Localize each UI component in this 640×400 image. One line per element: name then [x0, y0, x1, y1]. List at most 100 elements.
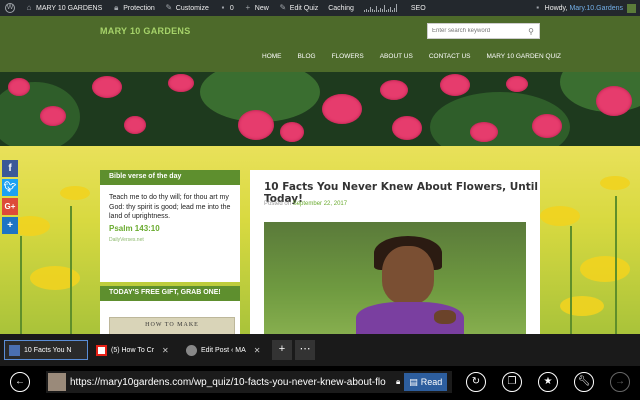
wordpress-favicon-icon — [186, 344, 197, 356]
admin-stats[interactable] — [359, 0, 406, 16]
bible-verse-widget: Bible verse of the day Teach me to do th… — [100, 170, 240, 282]
tab-overflow-button[interactable]: ⋯ — [295, 340, 315, 360]
tab-10-facts[interactable]: 10 Facts You N — [4, 340, 88, 360]
nav-flowers[interactable]: FLOWERS — [324, 53, 372, 60]
nav-about-us[interactable]: ABOUT US — [372, 53, 421, 60]
nav-home[interactable]: HOME — [254, 53, 290, 60]
tools-button[interactable]: 🔧︎ — [574, 372, 594, 392]
admin-caching[interactable]: Caching — [323, 0, 359, 16]
tabs-icon: ❐ — [507, 376, 517, 387]
url-field[interactable]: https://mary10gardens.com/wp_quiz/10-fac… — [46, 371, 452, 393]
share-plus-icon: + — [7, 220, 13, 231]
close-tab-icon[interactable]: ✕ — [254, 346, 261, 355]
admin-protection-label: Protection — [123, 4, 155, 12]
site-header: MARY 10 GARDENS ⚲ HOME BLOG FLOWERS ABOU… — [0, 16, 640, 72]
site-favicon — [48, 373, 66, 391]
admin-protection[interactable]: 🔒︎ Protection — [107, 0, 160, 16]
lock-icon[interactable]: 🔒︎ — [396, 377, 400, 387]
admin-comments-count: 0 — [229, 4, 234, 12]
admin-new[interactable]: + New — [239, 0, 274, 16]
nav-contact-us[interactable]: CONTACT US — [421, 53, 479, 60]
search-icon[interactable]: ⚲ — [524, 27, 538, 36]
article-date-link[interactable]: September 22, 2017 — [293, 201, 347, 207]
favorites-button[interactable]: ★ — [538, 372, 558, 392]
admin-seo-label: SEO — [410, 4, 426, 12]
site-title[interactable]: MARY 10 GARDENS — [100, 26, 191, 36]
browser-address-bar: ← https://mary10gardens.com/wp_quiz/10-f… — [0, 366, 640, 400]
pencil-icon: ✎ — [279, 3, 287, 12]
search-input[interactable] — [428, 24, 524, 38]
plus-icon: + — [245, 3, 251, 12]
notification-icon: ▪ — [536, 3, 540, 12]
admin-account[interactable]: ▪ Howdy, Mary.10.Gardens — [534, 3, 640, 13]
googleplus-icon: G+ — [4, 202, 16, 211]
brush-icon: ✎ — [165, 3, 173, 12]
book-icon: ▤ — [409, 376, 418, 387]
tabs-button[interactable]: ❐ — [502, 372, 522, 392]
howdy-text: Howdy, Mary.10.Gardens — [545, 5, 623, 12]
nav-blog[interactable]: BLOG — [290, 53, 324, 60]
wp-admin-bar: W ⌂ MARY 10 GARDENS 🔒︎ Protection ✎ Cust… — [0, 0, 640, 16]
bible-verse-text: Teach me to do thy will; for thou art my… — [109, 194, 231, 220]
wp-logo-menu[interactable]: W — [0, 0, 20, 16]
article-featured-image — [264, 222, 526, 334]
free-gift-widget: TODAY'S FREE GIFT, GRAB ONE! HOW TO MAKE — [100, 286, 240, 337]
comment-icon: ▪ — [221, 3, 225, 12]
admin-new-label: New — [254, 4, 269, 12]
avatar — [627, 3, 636, 13]
forward-arrow-icon: → — [615, 376, 625, 387]
twitter-icon: 🐦︎ — [3, 182, 17, 193]
admin-seo[interactable]: SEO — [406, 0, 431, 16]
admin-site-name[interactable]: ⌂ MARY 10 GARDENS — [20, 0, 107, 16]
main-nav: HOME BLOG FLOWERS ABOUT US CONTACT US MA… — [254, 53, 569, 60]
home-icon: ⌂ — [26, 3, 32, 12]
social-share-bar: f 🐦︎ G+ + — [2, 160, 18, 234]
twitter-share-button[interactable]: 🐦︎ — [2, 179, 18, 196]
free-gift-widget-title: TODAY'S FREE GIFT, GRAB ONE! — [100, 286, 240, 301]
article-meta: Posted on September 22, 2017 — [264, 201, 347, 207]
search-box: ⚲ — [427, 23, 540, 39]
tab-how-to[interactable]: (5) How To Cr ✕ — [92, 340, 178, 360]
admin-site-name-label: MARY 10 GARDENS — [36, 4, 103, 12]
bible-verse-widget-title: Bible verse of the day — [100, 170, 240, 185]
admin-comments[interactable]: ▪ 0 — [214, 0, 239, 16]
close-tab-icon[interactable]: ✕ — [162, 346, 169, 355]
facebook-share-button[interactable]: f — [2, 160, 18, 177]
tab-edit-post[interactable]: Edit Post ‹ MA ✕ — [182, 340, 268, 360]
forward-button[interactable]: → — [610, 372, 630, 392]
bible-verse-reference[interactable]: Psalm 143:10 — [100, 222, 240, 235]
admin-customize[interactable]: ✎ Customize — [160, 0, 214, 16]
header-banner-image — [0, 72, 640, 146]
reading-view-label: Read — [420, 377, 443, 387]
back-arrow-icon: ← — [15, 376, 25, 387]
googleplus-share-button[interactable]: G+ — [2, 198, 18, 215]
lock-icon: 🔒︎ — [114, 3, 119, 12]
admin-edit-quiz[interactable]: ✎ Edit Quiz — [274, 0, 323, 16]
reading-view-button[interactable]: ▤ Read — [404, 373, 448, 391]
tab-favicon — [9, 344, 20, 356]
tab-title: 10 Facts You N — [24, 346, 72, 354]
howdy-label: Howdy, — [544, 4, 568, 12]
bible-verse-credit[interactable]: DailyVerses.net — [100, 235, 240, 245]
refresh-button[interactable]: ↻ — [466, 372, 486, 392]
tab-title: (5) How To Cr — [111, 346, 155, 354]
stats-sparkline-icon — [363, 4, 397, 12]
youtube-favicon-icon — [96, 344, 107, 356]
nav-garden-quiz[interactable]: MARY 10 GARDEN QUIZ — [478, 53, 569, 60]
browser-window: W ⌂ MARY 10 GARDENS 🔒︎ Protection ✎ Cust… — [0, 0, 640, 400]
browser-tab-bar: 10 Facts You N (5) How To Cr ✕ Edit Post… — [0, 334, 640, 366]
tab-title: Edit Post ‹ MA — [201, 346, 246, 354]
admin-edit-quiz-label: Edit Quiz — [289, 4, 319, 12]
url-text[interactable]: https://mary10gardens.com/wp_quiz/10-fac… — [70, 377, 392, 388]
more-share-button[interactable]: + — [2, 217, 18, 234]
wordpress-icon: W — [5, 3, 15, 13]
wrench-icon: 🔧︎ — [577, 376, 591, 387]
refresh-icon: ↻ — [471, 376, 481, 387]
star-icon: ★ — [543, 376, 553, 387]
facebook-icon: f — [8, 163, 12, 174]
posted-on-label: Posted on — [264, 201, 292, 207]
back-button[interactable]: ← — [10, 372, 30, 392]
admin-customize-label: Customize — [175, 4, 209, 12]
admin-username: Mary.10.Gardens — [569, 4, 623, 12]
new-tab-button[interactable]: + — [272, 340, 292, 360]
